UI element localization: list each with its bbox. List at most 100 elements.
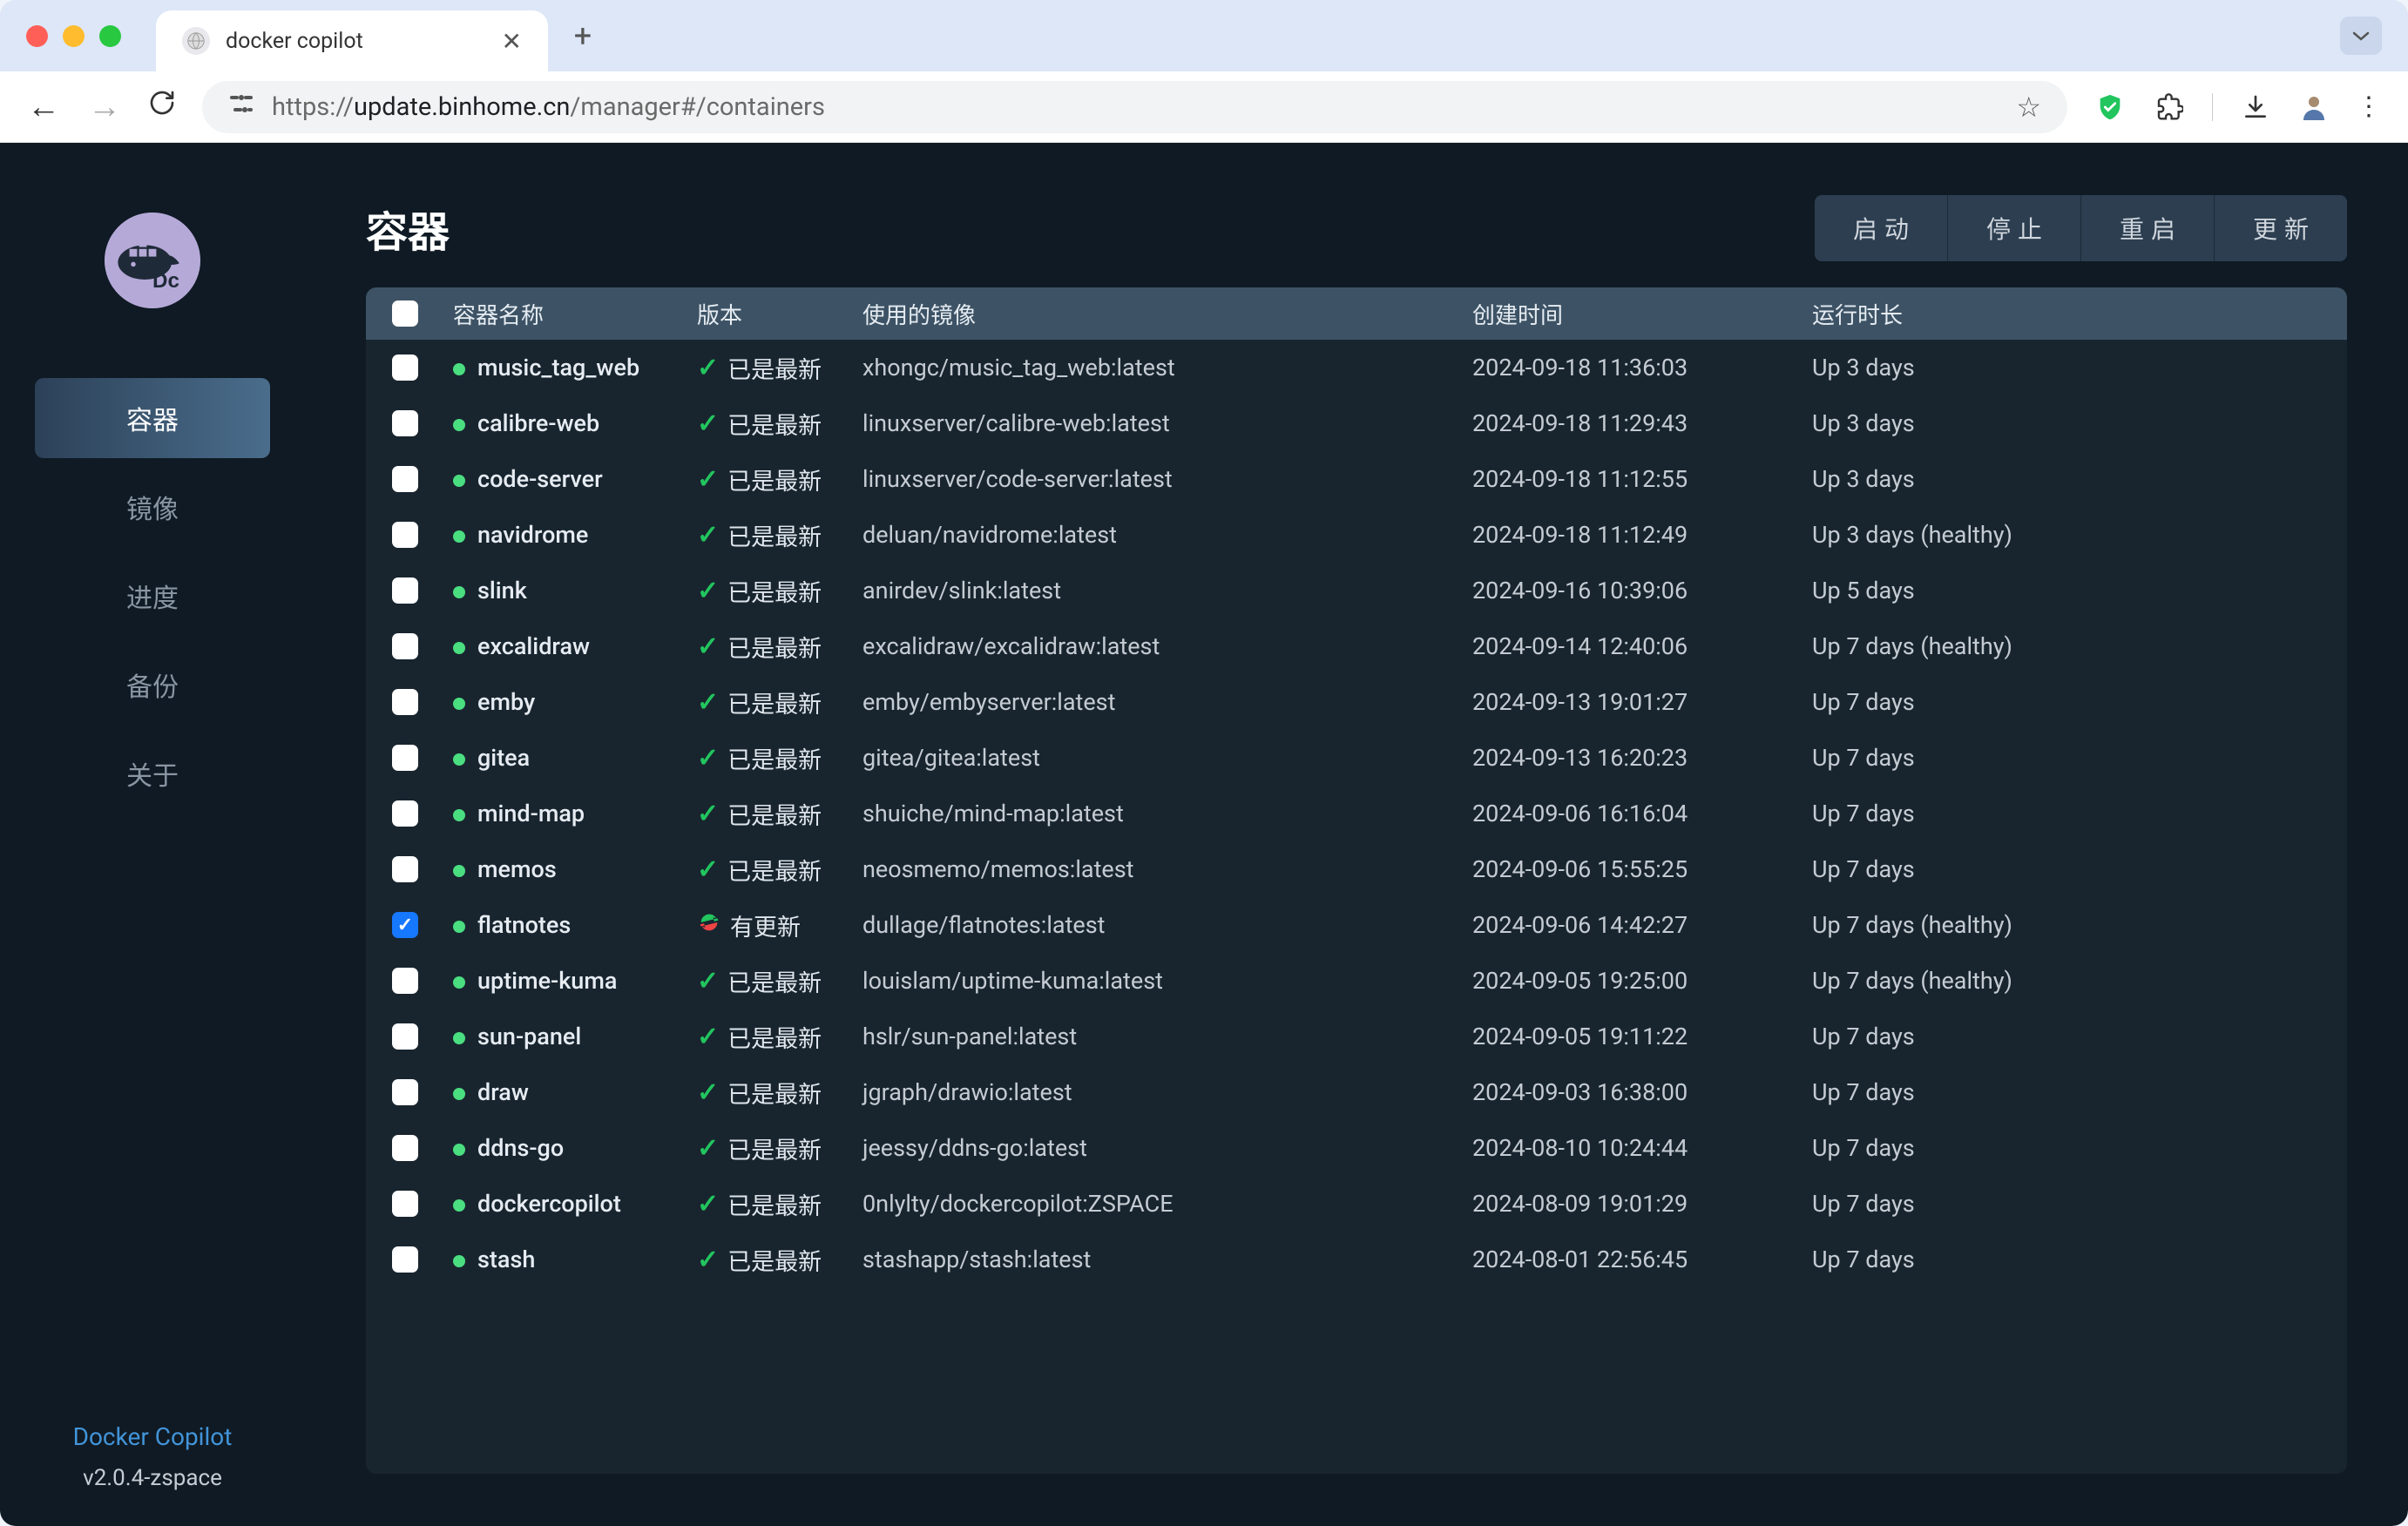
- image-cell: 0nlylty/dockercopilot:ZSPACE: [862, 1190, 1472, 1218]
- row-checkbox[interactable]: [392, 1023, 418, 1050]
- action-button-2[interactable]: 重启: [2081, 195, 2215, 261]
- status-dot-icon: [453, 642, 465, 654]
- row-checkbox[interactable]: [392, 577, 418, 604]
- window-expand-button[interactable]: [2340, 17, 2382, 55]
- row-checkbox[interactable]: [392, 800, 418, 827]
- version-cell: ✓已是最新: [697, 463, 862, 496]
- row-checkbox[interactable]: [392, 968, 418, 994]
- row-checkbox[interactable]: [392, 689, 418, 715]
- status-dot-icon: [453, 1032, 465, 1044]
- table-row[interactable]: stash✓已是最新stashapp/stash:latest2024-08-0…: [366, 1232, 2347, 1287]
- status-dot-icon: [453, 419, 465, 431]
- address-bar[interactable]: https://update.binhome.cn/manager#/conta…: [202, 81, 2067, 133]
- browser-menu-icon[interactable]: ⋮: [2356, 91, 2382, 122]
- reload-button[interactable]: [148, 89, 176, 125]
- check-icon: ✓: [697, 464, 719, 495]
- action-button-1[interactable]: 停止: [1948, 195, 2081, 261]
- row-checkbox[interactable]: [392, 1191, 418, 1217]
- bookmark-icon[interactable]: ☆: [2016, 91, 2041, 124]
- table-row[interactable]: sun-panel✓已是最新hslr/sun-panel:latest2024-…: [366, 1009, 2347, 1064]
- row-checkbox[interactable]: [392, 354, 418, 381]
- row-checkbox[interactable]: [392, 912, 418, 938]
- tab-close-icon[interactable]: ✕: [502, 27, 522, 56]
- row-checkbox[interactable]: [392, 522, 418, 548]
- row-checkbox[interactable]: [392, 1246, 418, 1273]
- table-row[interactable]: excalidraw✓已是最新excalidraw/excalidraw:lat…: [366, 618, 2347, 674]
- window-minimize-button[interactable]: [63, 25, 85, 47]
- row-checkbox-cell: [392, 522, 453, 548]
- image-cell: linuxserver/code-server:latest: [862, 465, 1472, 493]
- row-checkbox[interactable]: [392, 1135, 418, 1161]
- version-label: 已是最新: [727, 1131, 822, 1165]
- table-row[interactable]: music_tag_web✓已是最新xhongc/music_tag_web:l…: [366, 340, 2347, 395]
- row-checkbox[interactable]: [392, 410, 418, 436]
- sidebar-item-1[interactable]: 镜像: [35, 467, 270, 547]
- sidebar-item-4[interactable]: 关于: [35, 733, 270, 814]
- container-name-cell: gitea: [453, 744, 697, 772]
- image-cell: louislam/uptime-kuma:latest: [862, 967, 1472, 995]
- new-tab-button[interactable]: +: [565, 17, 600, 54]
- version-cell: ✓已是最新: [697, 518, 862, 552]
- profile-avatar-icon[interactable]: [2298, 91, 2330, 123]
- version-label: 已是最新: [727, 853, 822, 887]
- app-name-link[interactable]: Docker Copilot: [35, 1422, 270, 1451]
- table-row[interactable]: emby✓已是最新emby/embyserver:latest2024-09-1…: [366, 674, 2347, 730]
- shield-icon[interactable]: [2093, 91, 2127, 124]
- table-row[interactable]: draw✓已是最新jgraph/drawio:latest2024-09-03 …: [366, 1064, 2347, 1120]
- created-cell: 2024-09-18 11:12:49: [1472, 521, 1812, 549]
- table-row[interactable]: memos✓已是最新neosmemo/memos:latest2024-09-0…: [366, 841, 2347, 897]
- version-label: 已是最新: [727, 351, 822, 385]
- row-checkbox[interactable]: [392, 856, 418, 882]
- row-checkbox[interactable]: [392, 466, 418, 492]
- uptime-cell: Up 3 days (healthy): [1812, 521, 2321, 549]
- table-row[interactable]: uptime-kuma✓已是最新louislam/uptime-kuma:lat…: [366, 953, 2347, 1009]
- image-cell: stashapp/stash:latest: [862, 1246, 1472, 1273]
- table-row[interactable]: calibre-web✓已是最新linuxserver/calibre-web:…: [366, 395, 2347, 451]
- nav-back-button[interactable]: ←: [26, 88, 61, 126]
- row-checkbox[interactable]: [392, 1079, 418, 1105]
- container-name: code-server: [477, 465, 603, 493]
- uptime-cell: Up 7 days: [1812, 855, 2321, 883]
- check-icon: ✓: [697, 1133, 719, 1164]
- action-button-0[interactable]: 启动: [1815, 195, 1948, 261]
- nav-forward-button[interactable]: →: [87, 88, 122, 126]
- url-text: https://update.binhome.cn/manager#/conta…: [272, 92, 1999, 122]
- sidebar-footer: Docker Copilot v2.0.4-zspace: [0, 1388, 305, 1526]
- row-checkbox-cell: [392, 1023, 453, 1050]
- download-icon[interactable]: [2239, 91, 2272, 124]
- window-close-button[interactable]: [26, 25, 48, 47]
- version-cell: ✓已是最新: [697, 630, 862, 664]
- uptime-cell: Up 7 days: [1812, 1134, 2321, 1162]
- container-name-cell: slink: [453, 577, 697, 604]
- uptime-cell: Up 3 days: [1812, 409, 2321, 437]
- table-row[interactable]: code-server ✓已是最新linuxserver/code-server:…: [366, 451, 2347, 507]
- row-checkbox[interactable]: [392, 633, 418, 659]
- version-cell: ✓已是最新: [697, 741, 862, 775]
- table-row[interactable]: dockercopilot✓已是最新0nlylty/dockercopilot:…: [366, 1176, 2347, 1232]
- browser-tab[interactable]: docker copilot ✕: [156, 10, 548, 71]
- sidebar-item-0[interactable]: 容器: [35, 378, 270, 458]
- version-cell: 有更新: [697, 908, 862, 942]
- row-checkbox-cell: [392, 633, 453, 659]
- sidebar-item-3[interactable]: 备份: [35, 645, 270, 725]
- action-button-3[interactable]: 更新: [2215, 195, 2347, 261]
- window-maximize-button[interactable]: [99, 25, 121, 47]
- table-row[interactable]: flatnotes有更新dullage/flatnotes:latest2024…: [366, 897, 2347, 953]
- table-row[interactable]: gitea✓已是最新gitea/gitea:latest2024-09-13 1…: [366, 730, 2347, 786]
- sidebar-item-2[interactable]: 进度: [35, 556, 270, 636]
- version-label: 已是最新: [727, 407, 822, 441]
- site-settings-icon[interactable]: [228, 93, 254, 120]
- uptime-cell: Up 7 days: [1812, 688, 2321, 716]
- row-checkbox[interactable]: [392, 745, 418, 771]
- extensions-icon[interactable]: [2153, 91, 2186, 124]
- version-cell: ✓已是最新: [697, 407, 862, 441]
- table-row[interactable]: mind-map✓已是最新shuiche/mind-map:latest2024…: [366, 786, 2347, 841]
- svg-text:Dc: Dc: [152, 269, 179, 293]
- select-all-checkbox[interactable]: [392, 300, 418, 327]
- status-dot-icon: [453, 530, 465, 543]
- table-row[interactable]: navidrome✓已是最新deluan/navidrome:latest202…: [366, 507, 2347, 563]
- table-row[interactable]: slink✓已是最新anirdev/slink:latest2024-09-16…: [366, 563, 2347, 618]
- check-icon: ✓: [697, 854, 719, 885]
- table-row[interactable]: ddns-go✓已是最新jeessy/ddns-go:latest2024-08…: [366, 1120, 2347, 1176]
- status-dot-icon: [453, 921, 465, 933]
